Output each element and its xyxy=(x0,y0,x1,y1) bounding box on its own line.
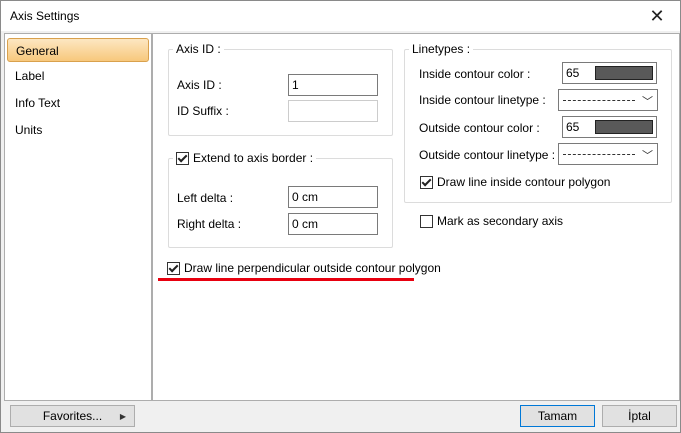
extend-checkbox[interactable] xyxy=(176,151,189,165)
sidebar-item-label[interactable]: Label xyxy=(7,64,149,88)
extend-label: Extend to axis border : xyxy=(193,151,314,165)
axis-id-input[interactable]: 1 xyxy=(288,74,378,96)
dash-dot-line-icon xyxy=(563,154,635,155)
perpendicular-row[interactable]: Draw line perpendicular outside contour … xyxy=(167,261,441,275)
favorites-button[interactable]: Favorites... ▶ xyxy=(10,405,135,427)
right-delta-input[interactable]: 0 cm xyxy=(288,213,378,235)
draw-inside-label: Draw line inside contour polygon xyxy=(437,175,611,189)
inside-color-picker[interactable]: 65 xyxy=(562,62,657,84)
axis-settings-dialog: Axis Settings ✕ General Label Info Text … xyxy=(0,0,681,433)
highlight-underline xyxy=(158,278,414,281)
chevron-down-icon: ﹀ xyxy=(642,150,653,162)
axis-id-label: Axis ID : xyxy=(177,78,222,92)
chevron-down-icon: ﹀ xyxy=(642,96,653,108)
id-suffix-label: ID Suffix : xyxy=(177,104,229,118)
sidebar: General Label Info Text Units xyxy=(4,33,152,401)
title-bar: Axis Settings ✕ xyxy=(1,1,680,31)
perpendicular-checkbox[interactable] xyxy=(167,261,180,275)
axis-id-group-title: Axis ID : xyxy=(173,42,224,56)
inside-color-label: Inside contour color : xyxy=(419,67,531,81)
outside-linetype-select[interactable]: ﹀ xyxy=(558,143,658,165)
window-title: Axis Settings xyxy=(10,9,80,23)
id-suffix-input[interactable] xyxy=(288,100,378,122)
inside-linetype-select[interactable]: ﹀ xyxy=(558,89,658,111)
secondary-axis-label: Mark as secondary axis xyxy=(437,214,564,228)
outside-color-swatch xyxy=(595,120,653,134)
secondary-axis-row[interactable]: Mark as secondary axis xyxy=(420,214,563,228)
sidebar-item-units[interactable]: Units xyxy=(7,118,149,142)
arrow-right-icon: ▶ xyxy=(119,411,126,421)
left-delta-input[interactable]: 0 cm xyxy=(288,186,378,208)
outside-color-picker[interactable]: 65 xyxy=(562,116,657,138)
sidebar-item-info-text[interactable]: Info Text xyxy=(7,91,149,115)
inside-linetype-label: Inside contour linetype : xyxy=(419,93,546,107)
dash-dot-line-icon xyxy=(563,100,635,101)
left-delta-label: Left delta : xyxy=(177,191,234,205)
linetypes-group-title: Linetypes : xyxy=(409,42,474,56)
draw-inside-checkbox[interactable] xyxy=(420,175,433,189)
close-icon[interactable]: ✕ xyxy=(634,1,680,31)
inside-color-swatch xyxy=(595,66,653,80)
inside-color-value: 65 xyxy=(566,66,580,80)
extend-checkbox-row[interactable]: Extend to axis border : xyxy=(173,151,317,165)
cancel-button[interactable]: İptal xyxy=(602,405,677,427)
draw-inside-row[interactable]: Draw line inside contour polygon xyxy=(420,175,610,189)
perpendicular-label: Draw line perpendicular outside contour … xyxy=(184,261,441,275)
sidebar-item-general[interactable]: General xyxy=(7,38,149,62)
right-delta-label: Right delta : xyxy=(177,217,242,231)
general-panel: Axis ID : Axis ID : 1 ID Suffix : Extend… xyxy=(152,33,680,401)
favorites-label: Favorites... xyxy=(42,409,103,423)
outside-color-label: Outside contour color : xyxy=(419,121,540,135)
outside-linetype-label: Outside contour linetype : xyxy=(419,148,556,162)
ok-button[interactable]: Tamam xyxy=(520,405,595,427)
outside-color-value: 65 xyxy=(566,120,580,134)
secondary-axis-checkbox[interactable] xyxy=(420,214,433,228)
